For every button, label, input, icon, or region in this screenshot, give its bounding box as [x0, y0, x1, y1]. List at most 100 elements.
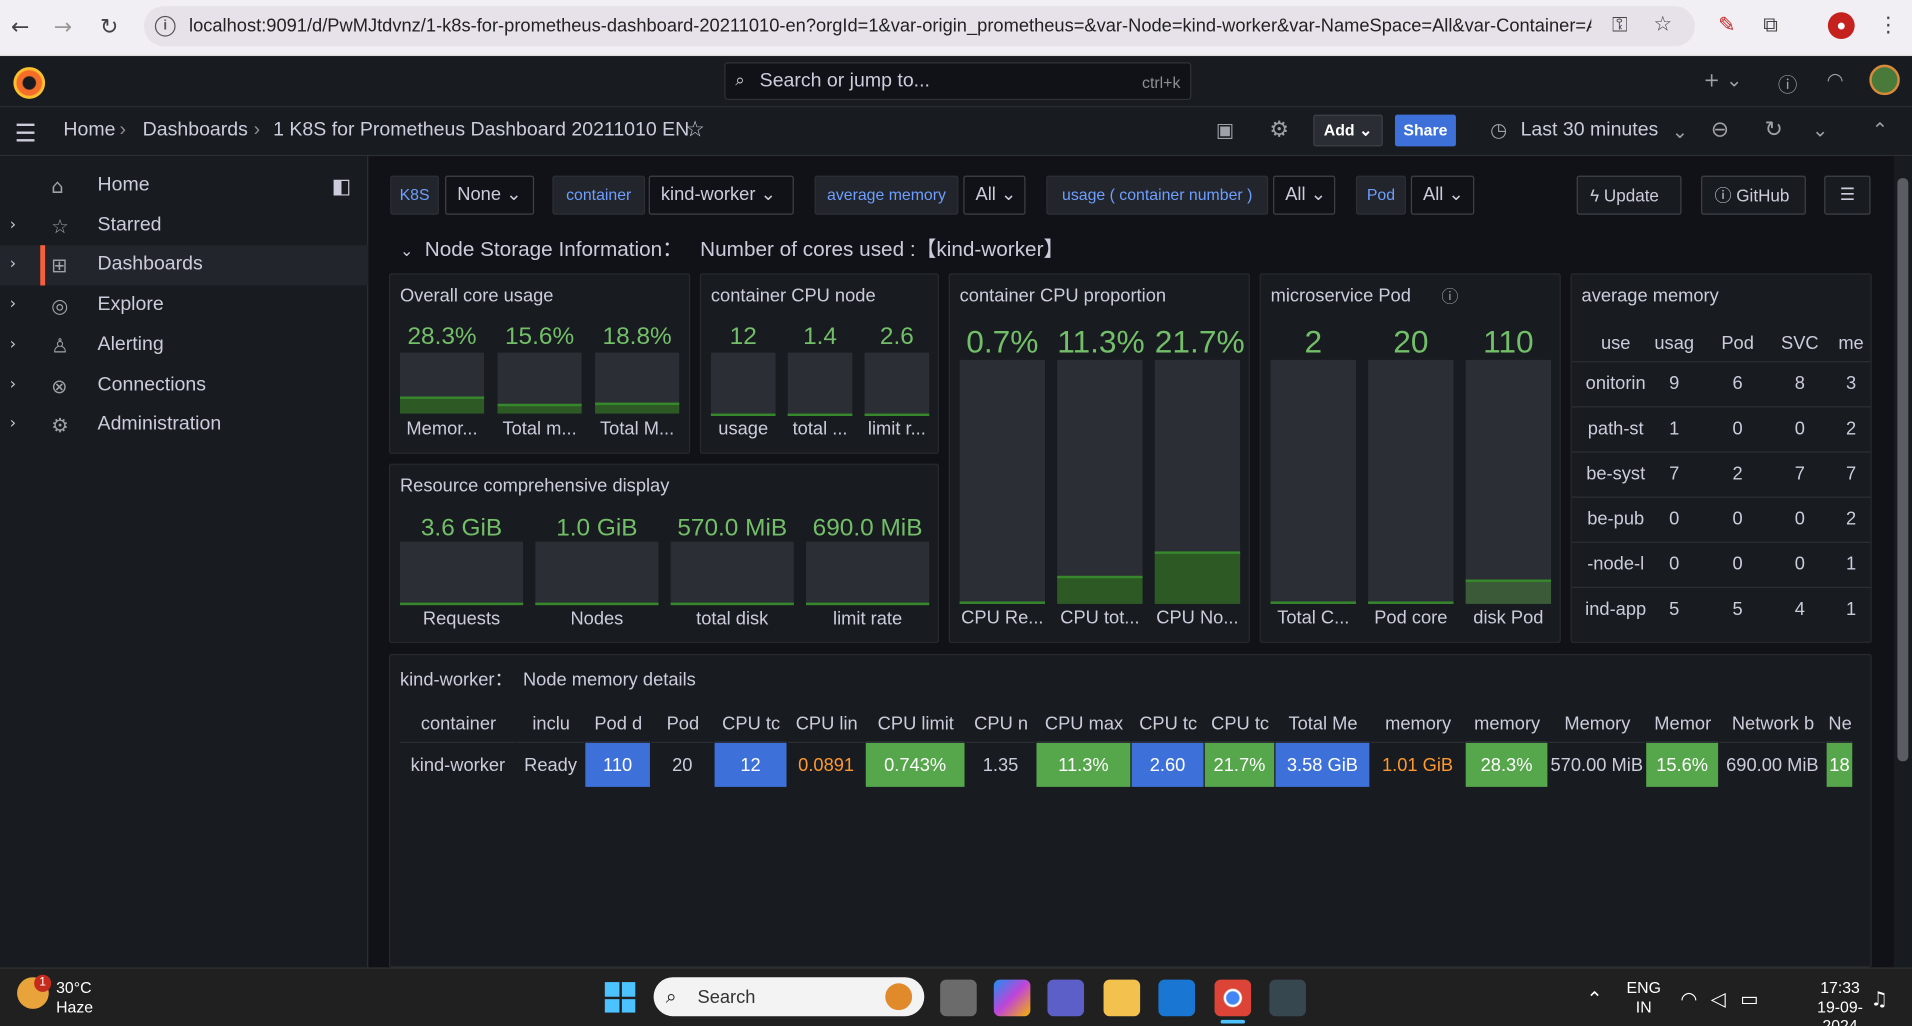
- sidebar-item-alerting[interactable]: › ♙ Alerting: [0, 326, 368, 366]
- panel-node-memory-details[interactable]: kind-worker： Node memory details contain…: [388, 653, 1872, 968]
- panel-resource-display[interactable]: Resource comprehensive display 3.6 GiB Re…: [388, 463, 939, 643]
- github-link-button[interactable]: ⓘ GitHub: [1701, 175, 1806, 215]
- table-header[interactable]: Total Me: [1275, 714, 1370, 735]
- volume-icon[interactable]: ◁: [1711, 987, 1726, 1010]
- chevron-right-icon[interactable]: ›: [10, 295, 16, 313]
- table-header[interactable]: Pod d: [585, 714, 651, 735]
- var-select-usage[interactable]: All ⌄: [1273, 175, 1336, 215]
- reload-icon[interactable]: ↻: [100, 15, 118, 41]
- task-view-icon[interactable]: [940, 979, 977, 1017]
- key-icon[interactable]: ⚿: [1612, 13, 1628, 37]
- weather-desc[interactable]: Haze: [56, 998, 93, 1016]
- profile-avatar[interactable]: ●: [1827, 12, 1855, 40]
- refresh-icon[interactable]: ↻: [1764, 117, 1782, 143]
- var-select-container[interactable]: kind-worker ⌄: [648, 175, 794, 215]
- wifi-icon[interactable]: ◠: [1680, 987, 1697, 1010]
- refresh-interval-chevron-icon[interactable]: ⌄: [1812, 118, 1828, 141]
- table-header[interactable]: Pod: [651, 714, 714, 735]
- table-header[interactable]: CPU tc: [715, 714, 788, 735]
- save-icon[interactable]: ▣: [1216, 118, 1234, 141]
- table-header[interactable]: CPU tc: [1132, 714, 1205, 735]
- news-rss-icon[interactable]: ◠: [1827, 68, 1844, 91]
- windows-start-icon[interactable]: [604, 982, 636, 1013]
- row-collapse-chevron-icon[interactable]: ⌄: [400, 242, 413, 260]
- notification-bell-icon[interactable]: ♫: [1871, 987, 1888, 1010]
- teams-icon[interactable]: [1047, 979, 1085, 1017]
- sidebar-item-explore[interactable]: › ◎ Explore: [0, 285, 368, 325]
- panel-container-cpu-proportion[interactable]: container CPU proportion 0.7% CPU Re... 11…: [948, 273, 1250, 643]
- file-explorer-icon[interactable]: [1103, 979, 1141, 1017]
- table-header[interactable]: Memory: [1549, 714, 1647, 735]
- table-header[interactable]: CPU limit: [866, 714, 966, 735]
- table-header[interactable]: use: [1582, 333, 1650, 354]
- menu-hamburger-icon[interactable]: ☰: [15, 118, 37, 147]
- collapse-chevron-up-icon[interactable]: ⌃: [1872, 118, 1888, 141]
- table-header[interactable]: Network b: [1719, 714, 1826, 735]
- update-link-button[interactable]: ϟ Update: [1576, 175, 1682, 215]
- breadcrumb-home[interactable]: Home: [63, 120, 115, 142]
- new-plus-icon[interactable]: + ⌄: [1703, 68, 1742, 91]
- table-header[interactable]: CPU tc: [1205, 714, 1276, 735]
- copilot-icon[interactable]: [993, 979, 1031, 1017]
- clock-time[interactable]: 17:33: [1805, 978, 1876, 996]
- chevron-right-icon[interactable]: ›: [10, 216, 16, 234]
- chevron-down-icon[interactable]: ⌄: [1672, 120, 1688, 143]
- table-header[interactable]: memory: [1371, 714, 1466, 735]
- help-icon[interactable]: ⓘ: [1778, 68, 1798, 97]
- row-header[interactable]: ⌄ Node Storage Information： Number of co…: [400, 232, 1064, 262]
- scrollbar-thumb[interactable]: [1897, 178, 1909, 762]
- address-bar[interactable]: i localhost:9091/d/PwMJtdvnz/1-k8s-for-p…: [143, 6, 1695, 47]
- mail-icon[interactable]: [1158, 979, 1196, 1017]
- sidebar-item-home[interactable]: ⌂ Home: [0, 166, 368, 206]
- var-select-average-memory[interactable]: All ⌄: [963, 175, 1026, 215]
- share-button[interactable]: Share: [1394, 114, 1456, 147]
- clock-date[interactable]: 19-09-2024: [1805, 998, 1876, 1026]
- chevron-right-icon[interactable]: ›: [10, 335, 16, 353]
- table-header[interactable]: usag: [1645, 333, 1704, 354]
- table-header[interactable]: container: [400, 714, 517, 735]
- table-header[interactable]: Memor: [1646, 714, 1719, 735]
- user-avatar[interactable]: [1869, 64, 1900, 96]
- table-header[interactable]: Pod: [1708, 333, 1767, 354]
- table-header[interactable]: me: [1833, 333, 1870, 354]
- var-select-pod[interactable]: All ⌄: [1410, 175, 1475, 215]
- zoom-out-icon[interactable]: ⊖: [1711, 117, 1729, 143]
- table-header[interactable]: CPU n: [966, 714, 1037, 735]
- weather-temp[interactable]: 30°C: [56, 978, 91, 996]
- extensions-puzzle-icon[interactable]: ⧉: [1763, 13, 1778, 37]
- chrome-icon[interactable]: [1214, 979, 1252, 1017]
- table-header[interactable]: inclu: [517, 714, 585, 735]
- sidebar-item-administration[interactable]: › ⚙ Administration: [0, 405, 368, 445]
- breadcrumb-dashboards[interactable]: Dashboards: [143, 120, 248, 142]
- back-icon[interactable]: ←: [11, 15, 29, 41]
- var-select-k8s[interactable]: None ⌄: [445, 175, 535, 215]
- bookmark-star-icon[interactable]: ☆: [1653, 12, 1672, 36]
- search-input[interactable]: ⌕ Search or jump to... ctrl+k: [724, 62, 1192, 101]
- tray-chevron-up-icon[interactable]: ⌃: [1586, 987, 1602, 1010]
- chevron-right-icon[interactable]: ›: [10, 376, 16, 394]
- sidebar-item-dashboards[interactable]: › ⊞ Dashboards: [0, 245, 369, 286]
- forward-icon[interactable]: →: [54, 15, 72, 41]
- favorite-star-icon[interactable]: ☆: [685, 117, 705, 143]
- panel-microservice-pod[interactable]: microservice Pod ⓘ 2 Total C... 20 Pod core…: [1259, 273, 1561, 643]
- panel-average-memory[interactable]: average memory use usag Pod SVC me onitorin 9 6…: [1570, 273, 1872, 643]
- language-eng[interactable]: ENG: [1625, 978, 1662, 996]
- panel-overall-core-usage[interactable]: Overall core usage 28.3% Memor... 15.6% Tot…: [388, 273, 691, 454]
- extension-icon[interactable]: ✎: [1718, 13, 1735, 37]
- add-button[interactable]: Add ⌄: [1313, 114, 1383, 147]
- table-header[interactable]: SVC: [1771, 333, 1830, 354]
- table-header[interactable]: Ne: [1827, 714, 1854, 735]
- table-header[interactable]: memory: [1466, 714, 1549, 735]
- info-icon[interactable]: ⓘ: [1441, 284, 1458, 308]
- time-range-picker[interactable]: Last 30 minutes: [1521, 120, 1659, 142]
- sidebar-item-starred[interactable]: › ☆ Starred: [0, 206, 368, 246]
- chevron-right-icon[interactable]: ›: [10, 415, 16, 433]
- tux-app-icon[interactable]: [1269, 979, 1306, 1017]
- page-scrollbar[interactable]: [1893, 156, 1912, 968]
- table-header[interactable]: CPU max: [1036, 714, 1131, 735]
- panel-container-cpu-node[interactable]: container CPU node 12 usage 1.4 total ... 2.…: [699, 273, 939, 454]
- chevron-right-icon[interactable]: ›: [10, 255, 16, 273]
- url-text[interactable]: localhost:9091/d/PwMJtdvnz/1-k8s-for-pro…: [189, 16, 1591, 37]
- browser-menu-icon[interactable]: ⋮: [1878, 13, 1899, 37]
- sidebar-item-connections[interactable]: › ⊗ Connections: [0, 366, 368, 406]
